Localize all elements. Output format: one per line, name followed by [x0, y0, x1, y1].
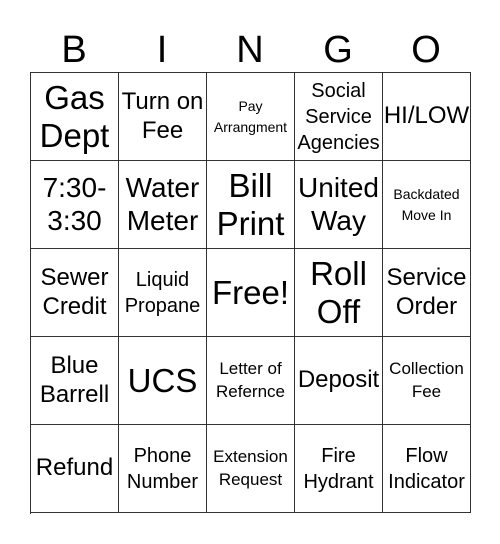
bingo-cell[interactable]: Water Meter — [119, 161, 207, 249]
bingo-cell[interactable]: 7:30-3:30 — [31, 161, 119, 249]
bingo-cell[interactable]: Roll Off — [295, 249, 383, 337]
bingo-cell[interactable]: Extension Request — [207, 425, 295, 513]
bingo-grid: Gas Dept Turn on Fee Pay Arrangment Soci… — [30, 72, 471, 514]
header-letter-b: B — [61, 29, 87, 71]
bingo-header: B I N G O — [30, 28, 470, 72]
bingo-cell[interactable]: Sewer Credit — [31, 249, 119, 337]
bingo-cell[interactable]: Service Order — [383, 249, 471, 337]
bingo-cell[interactable]: Letter of Refernce — [207, 337, 295, 425]
bingo-cell[interactable]: Flow Indicator — [383, 425, 471, 513]
free-space[interactable]: Free! — [207, 249, 295, 337]
header-letter-o: O — [411, 29, 441, 71]
header-letter-g: G — [323, 29, 353, 71]
header-letter-i: I — [156, 29, 168, 71]
bingo-cell[interactable]: Social Service Agencies — [295, 73, 383, 161]
bingo-cell[interactable]: Deposit — [295, 337, 383, 425]
bingo-cell[interactable]: Pay Arrangment — [207, 73, 295, 161]
bingo-cell[interactable]: Bill Print — [207, 161, 295, 249]
bingo-cell[interactable]: Turn on Fee — [119, 73, 207, 161]
bingo-cell[interactable]: HI/LOW — [383, 73, 471, 161]
bingo-cell[interactable]: Liquid Propane — [119, 249, 207, 337]
bingo-cell[interactable]: UCS — [119, 337, 207, 425]
bingo-cell[interactable]: Refund — [31, 425, 119, 513]
header-letter-n: N — [236, 29, 264, 71]
bingo-cell[interactable]: United Way — [295, 161, 383, 249]
bingo-cell[interactable]: Blue Barrell — [31, 337, 119, 425]
bingo-cell[interactable]: Backdated Move In — [383, 161, 471, 249]
bingo-cell[interactable]: Fire Hydrant — [295, 425, 383, 513]
bingo-cell[interactable]: Collection Fee — [383, 337, 471, 425]
bingo-cell[interactable]: Gas Dept — [31, 73, 119, 161]
bingo-cell[interactable]: Phone Number — [119, 425, 207, 513]
